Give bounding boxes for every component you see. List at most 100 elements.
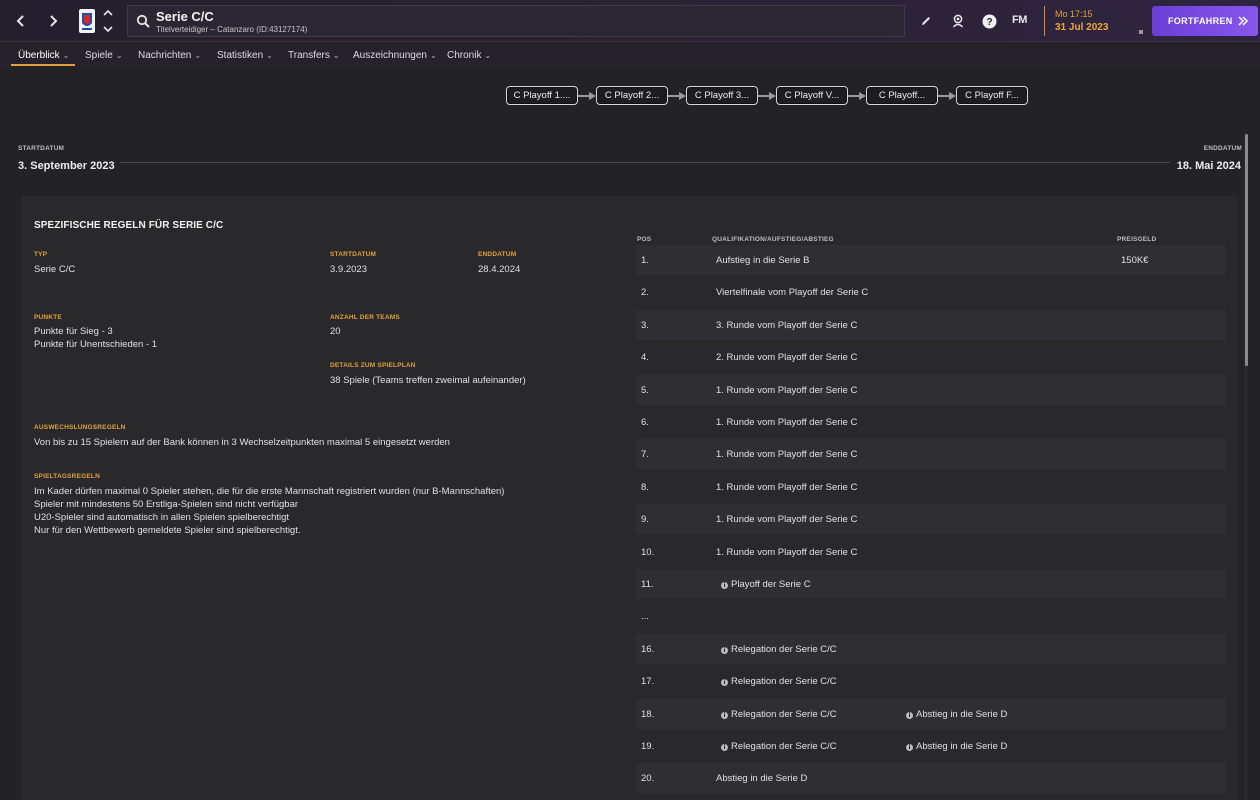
- tab-statistiken[interactable]: Statistiken ⌄: [217, 43, 273, 67]
- row-qualification: 1. Runde vom Playoff der Serie C: [716, 482, 857, 493]
- info-icon[interactable]: i: [721, 582, 728, 589]
- menu-dot-icon[interactable]: [1139, 30, 1143, 34]
- row-qualification: 3. Runde vom Playoff der Serie C: [716, 320, 857, 331]
- plan-label: DETAILS ZUM SPIELPLAN: [330, 362, 416, 369]
- tab-bar: Überblick ⌄ Spiele ⌄ Nachrichten ⌄ Statisti…: [0, 43, 1260, 68]
- manager-button[interactable]: [948, 11, 968, 31]
- row-pos: 5.: [641, 384, 649, 396]
- question-icon: ?: [982, 14, 996, 28]
- scrollbar-thumb[interactable]: [1245, 134, 1248, 366]
- row-qualification-text: Relegation der Serie C/C: [731, 741, 837, 752]
- table-row[interactable]: 5. 1. Runde vom Playoff der Serie C: [636, 374, 1226, 405]
- table-row[interactable]: 19. i Relegation der Serie C/C i Abstieg in …: [636, 731, 1226, 761]
- tab-label: Nachrichten: [138, 49, 192, 61]
- row-qualification: i Relegation der Serie C/C: [721, 676, 837, 687]
- edit-button[interactable]: [916, 11, 936, 31]
- row-qualification-text: 3. Runde vom Playoff der Serie C: [716, 319, 858, 331]
- competition-logo[interactable]: [79, 9, 95, 33]
- table-row[interactable]: 2. Viertelfinale vom Playoff der Serie C: [636, 277, 1226, 307]
- punkte-line: Punkte für Unentschieden - 1: [34, 339, 158, 350]
- table-row[interactable]: 18. i Relegation der Serie C/C i Abstieg in …: [636, 698, 1226, 729]
- chevron-down-icon: ⌄: [62, 50, 70, 60]
- row-qualification: i Relegation der Serie C/C: [721, 741, 837, 752]
- table-row[interactable]: 6. 1. Runde vom Playoff der Serie C: [636, 407, 1226, 437]
- game-date[interactable]: Mo 17:15 31 Jul 2023: [1044, 6, 1134, 36]
- table-row[interactable]: ...: [636, 601, 1226, 631]
- row-pos: 6.: [641, 417, 649, 428]
- fm-menu-button[interactable]: FM: [1012, 14, 1027, 26]
- row-qualification-secondary-text: Abstieg in die Serie D: [916, 708, 1008, 720]
- info-icon[interactable]: i: [721, 711, 728, 719]
- punkte-label: PUNKTE: [34, 314, 62, 321]
- tab-transfers[interactable]: Transfers ⌄: [288, 43, 340, 67]
- timeline-divider: [120, 162, 1170, 163]
- table-row[interactable]: 4. 2. Runde vom Playoff der Serie C: [636, 342, 1226, 372]
- row-qualification: 1. Runde vom Playoff der Serie C: [716, 417, 857, 428]
- tab-chronik[interactable]: Chronik ⌄: [447, 43, 491, 67]
- tab-ueberblick[interactable]: Überblick ⌄: [10, 43, 76, 67]
- info-icon[interactable]: i: [721, 679, 728, 687]
- game-time: Mo 17:15: [1055, 9, 1093, 19]
- info-icon[interactable]: i: [906, 711, 913, 719]
- stage-playoff-5[interactable]: C Playoff...: [866, 86, 938, 105]
- info-icon[interactable]: i: [721, 646, 728, 654]
- tab-label: Statistiken: [217, 49, 264, 61]
- help-button[interactable]: ?: [979, 11, 999, 31]
- back-button[interactable]: [9, 9, 33, 33]
- tab-nachrichten[interactable]: Nachrichten ⌄: [138, 43, 201, 67]
- stage-playoff-2[interactable]: C Playoff 2...: [596, 86, 668, 105]
- row-pos: 7.: [641, 449, 649, 461]
- table-row[interactable]: 3. 3. Runde vom Playoff der Serie C: [636, 309, 1226, 340]
- tab-spiele[interactable]: Spiele ⌄: [85, 43, 123, 67]
- table-row[interactable]: 10. 1. Runde vom Playoff der Serie C: [636, 537, 1226, 567]
- rules-start-value: 3.9.2023: [330, 264, 367, 275]
- stage-playoff-finale[interactable]: C Playoff F...: [956, 86, 1028, 105]
- continue-button[interactable]: FORTFAHREN: [1152, 6, 1258, 36]
- chevron-down-icon: ⌄: [194, 50, 202, 60]
- col-pos-header[interactable]: POS: [637, 236, 651, 243]
- arrow-right-icon: [578, 92, 596, 100]
- table-row[interactable]: 7. 1. Runde vom Playoff der Serie C: [636, 439, 1226, 470]
- competition-switcher[interactable]: [102, 9, 114, 33]
- col-prize-header[interactable]: PREISGELD: [1117, 236, 1156, 243]
- col-qual-header[interactable]: QUALIFIKATION/AUFSTIEG/ABSTIEG: [712, 236, 834, 243]
- info-icon[interactable]: i: [906, 744, 913, 751]
- forward-button[interactable]: [41, 9, 65, 33]
- row-qualification-text: Viertelfinale vom Playoff der Serie C: [716, 287, 869, 299]
- row-pos: 9.: [641, 514, 649, 526]
- end-date-label: ENDDATUM: [1203, 145, 1242, 152]
- info-icon[interactable]: i: [721, 744, 728, 751]
- table-row[interactable]: 1. Aufstieg in die Serie B 150K€: [636, 245, 1226, 275]
- search-box[interactable]: Serie C/C Titelverteidiger – Catanzaro (…: [127, 5, 905, 37]
- row-pos: 10.: [641, 546, 655, 558]
- table-row[interactable]: 17. i Relegation der Serie C/C: [636, 666, 1226, 696]
- stage-playoff-viertelfinale[interactable]: C Playoff V...: [776, 86, 848, 105]
- row-pos: 8.: [641, 481, 649, 493]
- matchday-line: Spieler mit mindestens 50 Erstliga-Spiel…: [34, 499, 299, 510]
- row-qualification: i Relegation der Serie C/C: [721, 709, 837, 720]
- table-row[interactable]: 11. i Playoff der Serie C: [636, 569, 1226, 599]
- stage-playoff-3[interactable]: C Playoff 3...: [686, 86, 758, 105]
- row-qualification-text: Playoff der Serie C: [731, 579, 811, 590]
- row-qualification-text: Relegation der Serie C/C: [731, 643, 837, 655]
- row-prize: 150K€: [1121, 255, 1149, 266]
- table-row[interactable]: 9. 1. Runde vom Playoff der Serie C: [636, 504, 1226, 535]
- top-bar: Serie C/C Titelverteidiger – Catanzaro (…: [0, 0, 1260, 42]
- subs-value: Von bis zu 15 Spielern auf der Bank könn…: [34, 437, 450, 448]
- arrow-right-icon: [758, 92, 776, 100]
- manager-icon: [952, 14, 964, 28]
- row-qualification-text: 1. Runde vom Playoff der Serie C: [716, 514, 858, 526]
- tab-auszeichnungen[interactable]: Auszeichnungen ⌄: [353, 43, 437, 67]
- teams-value: 20: [330, 326, 341, 337]
- table-row[interactable]: 8. 1. Runde vom Playoff der Serie C: [636, 472, 1226, 502]
- page-title: Serie C/C: [156, 9, 214, 24]
- stage-playoff-1[interactable]: C Playoff 1....: [506, 86, 578, 105]
- row-qualification: 1. Runde vom Playoff der Serie C: [716, 449, 857, 460]
- table-row[interactable]: 20. Abstieg in die Serie D: [636, 763, 1226, 794]
- row-pos: 2.: [641, 287, 649, 299]
- table-row[interactable]: 16. i Relegation der Serie C/C: [636, 633, 1226, 664]
- row-qualification-text: 2. Runde vom Playoff der Serie C: [716, 352, 858, 364]
- start-date-value: 3. September 2023: [18, 160, 115, 172]
- row-qualification-text: Aufstieg in die Serie B: [716, 255, 810, 266]
- arrow-right-icon: [848, 92, 866, 100]
